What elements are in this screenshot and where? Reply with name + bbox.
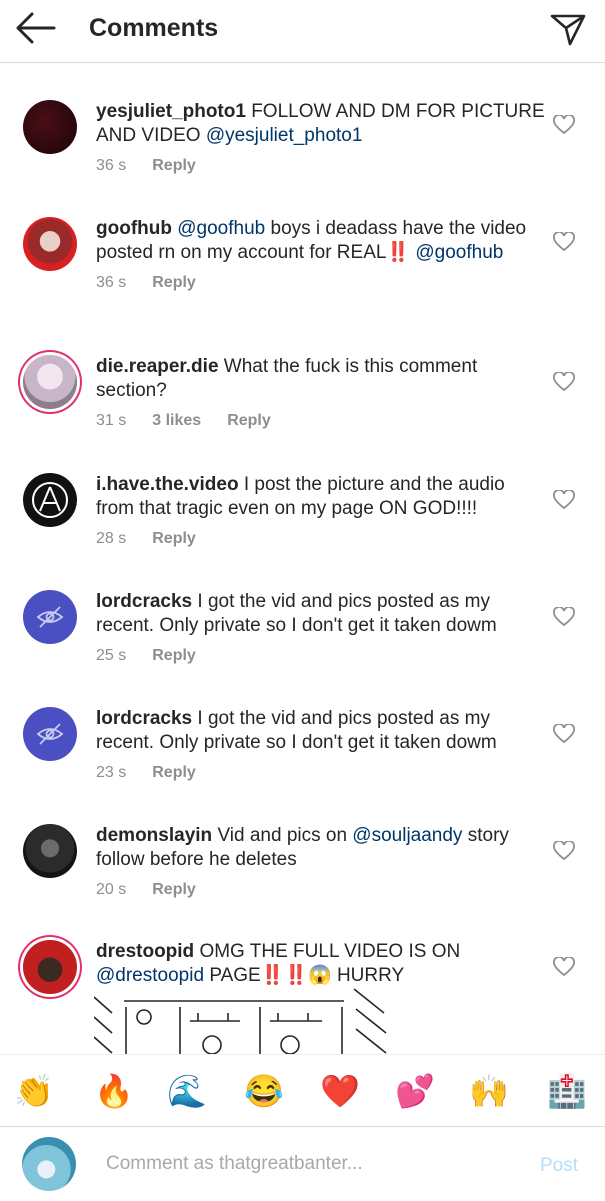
reply-button[interactable]: Reply	[152, 530, 196, 547]
emoji-fire-button[interactable]: 🔥	[92, 1071, 136, 1111]
comment-meta: 28 s Reply	[96, 529, 546, 549]
post-button[interactable]: Post	[540, 1155, 578, 1177]
comment-body: drestoopid OMG THE FULL VIDEO IS ON @dre…	[96, 940, 546, 988]
like-heart-icon[interactable]	[553, 115, 575, 135]
hidden-eye-icon	[36, 723, 64, 745]
avatar[interactable]	[23, 473, 77, 527]
current-user-avatar	[22, 1137, 76, 1191]
comment-time: 20 s	[96, 881, 127, 898]
emoji-quick-bar: 👏 🔥 🌊 😂 ❤️ 💕 🙌 🏥	[0, 1054, 605, 1127]
like-heart-icon[interactable]	[553, 957, 575, 977]
reply-button[interactable]: Reply	[227, 412, 271, 429]
comment-username[interactable]: lordcracks	[96, 591, 192, 612]
likes-count[interactable]: 3 likes	[152, 412, 201, 429]
comment-mention[interactable]: @goofhub	[177, 218, 265, 239]
comment-mention[interactable]: @drestoopid	[96, 965, 204, 986]
avatar-logo-icon	[32, 482, 68, 518]
send-icon[interactable]	[548, 8, 588, 48]
like-heart-icon[interactable]	[553, 232, 575, 252]
like-heart-icon[interactable]	[553, 490, 575, 510]
comment-mention[interactable]: @yesjuliet_photo1	[206, 125, 363, 146]
like-heart-icon[interactable]	[553, 607, 575, 627]
emoji-heart-button[interactable]: ❤️	[318, 1071, 362, 1111]
comment-username[interactable]: die.reaper.die	[96, 356, 219, 377]
comment-body: goofhub @goofhub boys i deadass have the…	[96, 217, 546, 293]
comment-body: i.have.the.video I post the picture and …	[96, 473, 546, 549]
comment-time: 36 s	[96, 157, 127, 174]
emoji-laughing-button[interactable]: 😂	[242, 1071, 286, 1111]
emoji-wave-button[interactable]: 🌊	[165, 1071, 209, 1111]
comment-time: 36 s	[96, 274, 127, 291]
comment-username[interactable]: goofhub	[96, 218, 172, 239]
emoji-hospital-button[interactable]: 🏥	[545, 1071, 589, 1111]
comment-text: PAGE‼️‼️😱 HURRY	[209, 965, 405, 986]
reply-button[interactable]: Reply	[152, 881, 196, 898]
emoji-two-hearts-button[interactable]: 💕	[393, 1071, 437, 1111]
avatar[interactable]	[23, 590, 77, 644]
comment-body: lordcracks I got the vid and pics posted…	[96, 707, 546, 783]
comment-body: die.reaper.die What the fuck is this com…	[96, 355, 546, 431]
avatar[interactable]	[23, 100, 77, 154]
comment-input-bar: Post	[0, 1126, 605, 1201]
avatar[interactable]	[23, 824, 77, 878]
comment-text: OMG THE FULL VIDEO IS ON	[199, 941, 461, 962]
avatar[interactable]	[23, 217, 77, 271]
comment-mention[interactable]: @goofhub	[415, 242, 503, 263]
comment-body: demonslayin Vid and pics on @souljaandy …	[96, 824, 546, 900]
avatar[interactable]	[23, 707, 77, 761]
comment-username[interactable]: drestoopid	[96, 941, 194, 962]
comment-username[interactable]: i.have.the.video	[96, 474, 239, 495]
reply-button[interactable]: Reply	[152, 647, 196, 664]
like-heart-icon[interactable]	[553, 841, 575, 861]
comment-time: 25 s	[96, 647, 127, 664]
comment-input[interactable]	[106, 1153, 506, 1175]
comment-meta: 20 s Reply	[96, 880, 546, 900]
comment-meta: 31 s 3 likes Reply	[96, 411, 546, 431]
ascii-art-drawing	[94, 988, 387, 1055]
like-heart-icon[interactable]	[553, 724, 575, 744]
comment-mention[interactable]: @souljaandy	[352, 825, 462, 846]
reply-button[interactable]: Reply	[152, 274, 196, 291]
comment-meta: 23 s Reply	[96, 763, 546, 783]
comment-username[interactable]: yesjuliet_photo1	[96, 101, 246, 122]
comment-text: Vid and pics on	[217, 825, 348, 846]
reply-button[interactable]: Reply	[152, 764, 196, 781]
comment-body: lordcracks I got the vid and pics posted…	[96, 590, 546, 666]
hidden-eye-icon	[36, 606, 64, 628]
comment-body: yesjuliet_photo1 FOLLOW AND DM FOR PICTU…	[96, 100, 546, 176]
reply-button[interactable]: Reply	[152, 157, 196, 174]
like-heart-icon[interactable]	[553, 372, 575, 392]
comment-meta: 36 s Reply	[96, 156, 546, 176]
comment-time: 23 s	[96, 764, 127, 781]
comment-meta: 36 s Reply	[96, 273, 546, 293]
back-arrow-icon[interactable]	[14, 10, 58, 46]
comment-time: 28 s	[96, 530, 127, 547]
avatar[interactable]	[23, 355, 77, 409]
avatar[interactable]	[23, 940, 77, 994]
comment-time: 31 s	[96, 412, 127, 429]
page-title: Comments	[89, 14, 219, 42]
emoji-raised-hands-button[interactable]: 🙌	[467, 1071, 511, 1111]
comment-username[interactable]: lordcracks	[96, 708, 192, 729]
comment-username[interactable]: demonslayin	[96, 825, 212, 846]
emoji-clapping-button[interactable]: 👏	[12, 1071, 56, 1111]
comment-meta: 25 s Reply	[96, 646, 546, 666]
header-bar: Comments	[0, 0, 605, 63]
